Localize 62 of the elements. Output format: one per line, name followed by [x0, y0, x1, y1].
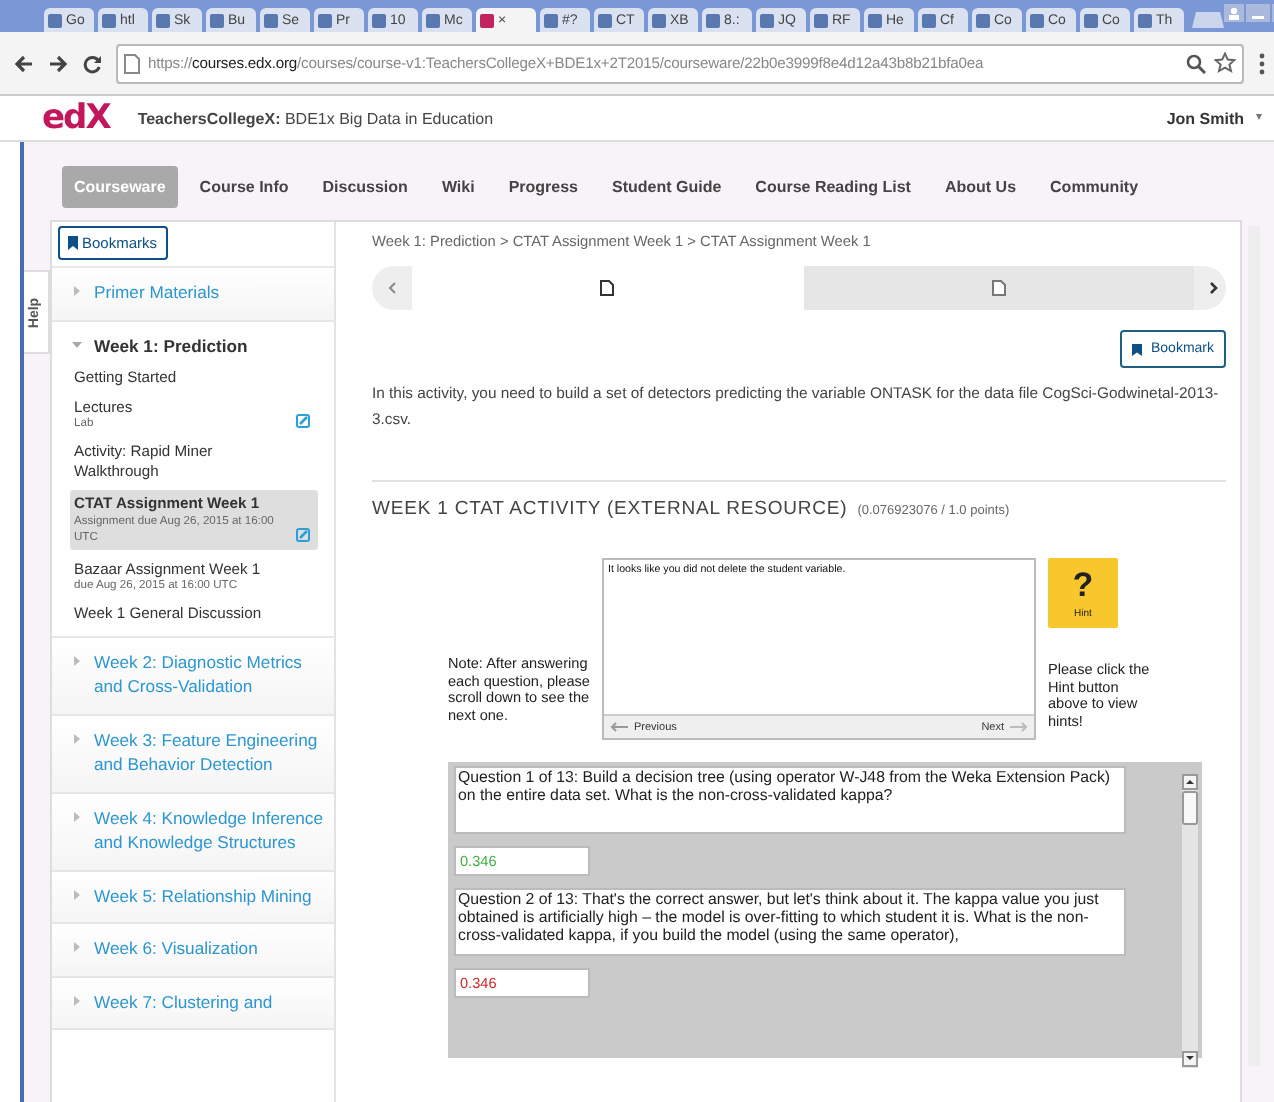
nav-tab[interactable]: Discussion — [310, 166, 420, 208]
back-icon[interactable] — [14, 53, 34, 73]
collapsed-caret-icon[interactable] — [72, 995, 82, 1005]
nav-tab[interactable]: Student Guide — [600, 166, 734, 208]
favicon-icon — [706, 13, 720, 27]
right-arrow-icon — [1010, 722, 1028, 732]
nav-tab[interactable]: Course Info — [187, 166, 301, 208]
page-icon — [600, 280, 615, 296]
favicon-icon — [480, 13, 494, 27]
zoom-icon[interactable] — [1186, 53, 1206, 73]
favicon-icon — [598, 13, 612, 27]
expanded-caret-icon[interactable] — [72, 339, 82, 349]
favicon-icon — [318, 13, 332, 27]
bookmark-icon — [68, 236, 78, 250]
favicon-icon — [48, 13, 62, 27]
page-icon — [991, 280, 1006, 296]
collapsed-caret-icon[interactable] — [72, 733, 82, 743]
forward-icon[interactable] — [48, 53, 68, 73]
favicon-icon — [1030, 13, 1044, 27]
collapsed-caret-icon[interactable] — [72, 942, 82, 952]
favicon-icon — [868, 13, 882, 27]
left-arrow-icon — [610, 722, 628, 732]
section-link[interactable]: Week 1: Prediction — [94, 333, 248, 358]
collapsed-caret-icon[interactable] — [72, 655, 82, 665]
reload-icon[interactable] — [82, 53, 102, 73]
favicon-icon — [426, 13, 440, 27]
star-icon[interactable] — [1214, 52, 1236, 74]
favicon-icon — [760, 13, 774, 27]
favicon-icon — [1084, 13, 1098, 27]
caret-icon — [1256, 114, 1262, 122]
favicon-icon — [102, 13, 116, 27]
nav-tab[interactable]: Community — [1038, 166, 1151, 208]
collapsed-caret-icon[interactable] — [72, 889, 82, 899]
previous-icon[interactable] — [388, 282, 396, 294]
unit-tab[interactable] — [803, 266, 1194, 310]
problem-heading: WEEK 1 CTAT ACTIVITY (EXTERNAL RESOURCE) — [372, 498, 848, 520]
next-icon[interactable] — [1210, 282, 1218, 294]
nav-tab[interactable]: About Us — [932, 166, 1029, 208]
nav-tab[interactable]: Progress — [496, 166, 590, 208]
favicon-icon — [372, 13, 386, 27]
minimize-icon[interactable] — [1246, 4, 1270, 22]
new-tab-icon[interactable] — [1192, 12, 1224, 28]
favicon-icon — [544, 13, 558, 27]
bookmark-icon — [1132, 343, 1143, 355]
nav-tab[interactable]: Wiki — [429, 166, 487, 208]
course-title: TeachersCollegeX: BDE1x Big Data in Education — [137, 109, 496, 127]
user-name[interactable]: Jon Smith — [1166, 109, 1244, 127]
favicon-icon — [814, 13, 828, 27]
collapsed-caret-icon[interactable] — [72, 286, 82, 296]
favicon-icon — [652, 13, 666, 27]
menu-icon[interactable] — [1258, 51, 1266, 75]
favicon-icon — [922, 13, 936, 27]
nav-tab[interactable]: Course Reading List — [743, 166, 923, 208]
favicon-icon — [1138, 13, 1152, 27]
user-icon[interactable] — [1224, 4, 1244, 22]
favicon-icon — [156, 13, 170, 27]
favicon-icon — [210, 13, 224, 27]
favicon-icon — [976, 13, 990, 27]
edx-logo[interactable]: edX — [42, 98, 110, 138]
page-icon — [124, 53, 140, 73]
collapsed-caret-icon[interactable] — [72, 811, 82, 821]
favicon-icon — [264, 13, 278, 27]
